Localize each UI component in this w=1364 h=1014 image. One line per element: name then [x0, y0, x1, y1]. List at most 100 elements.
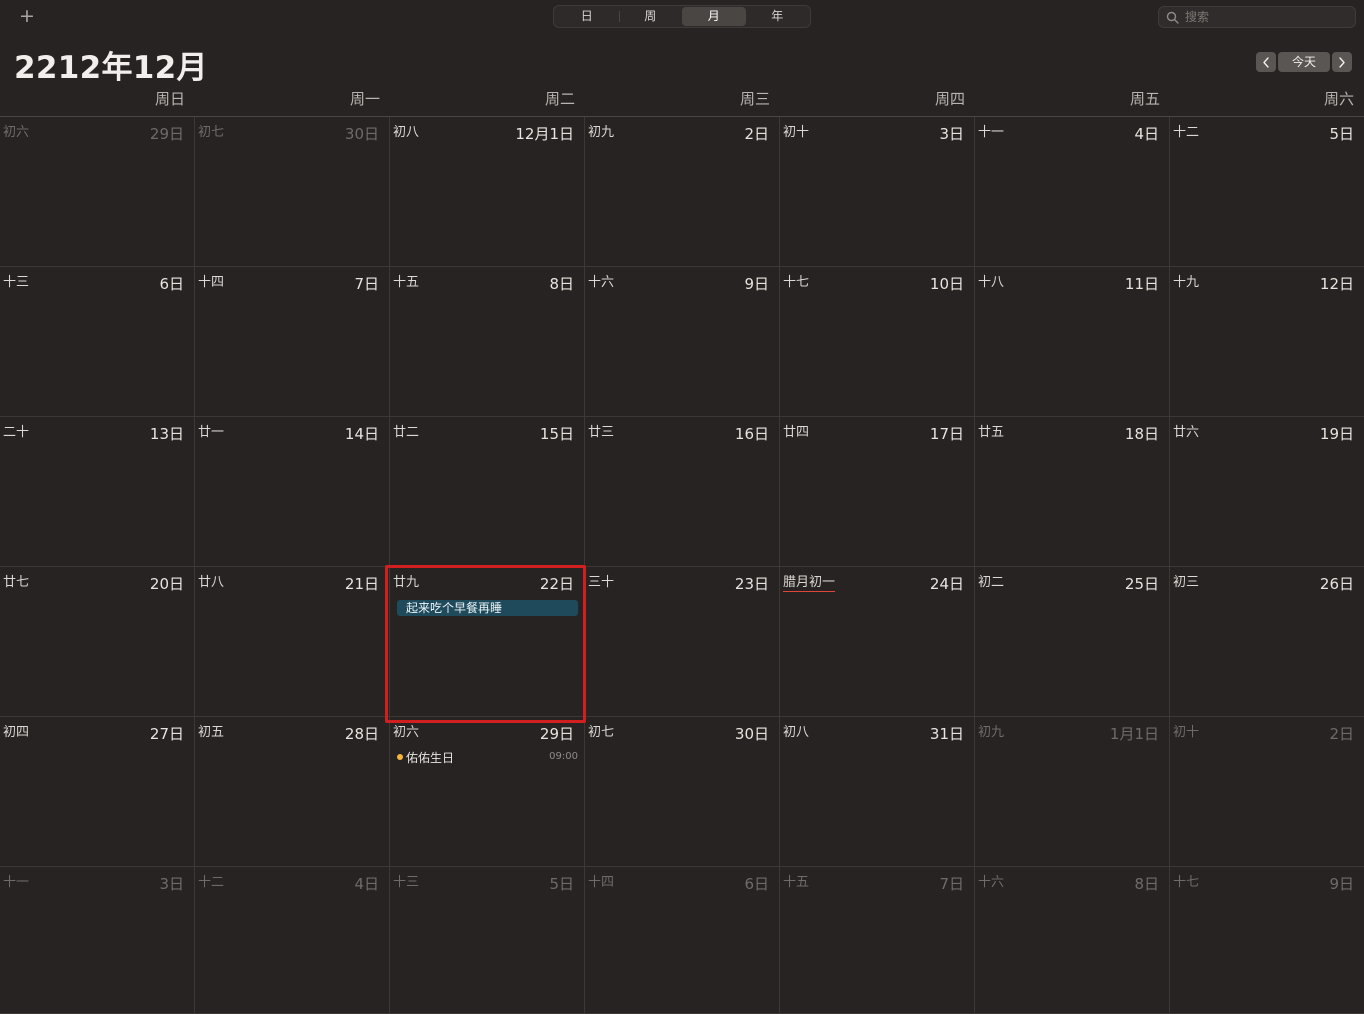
- next-month-button[interactable]: [1332, 52, 1352, 72]
- day-number: 1月1日: [1109, 725, 1159, 743]
- day-cell[interactable]: 十一 4日: [975, 117, 1170, 267]
- calendar-event[interactable]: 起来吃个早餐再睡: [397, 600, 578, 616]
- lunar-date: 廿八: [198, 575, 225, 590]
- weekday-label: 周五: [1129, 90, 1160, 108]
- day-cell[interactable]: 十二 4日: [195, 867, 390, 1014]
- search-input[interactable]: [1185, 9, 1349, 25]
- day-cell[interactable]: 十四 7日: [195, 267, 390, 417]
- day-cell[interactable]: 十八 11日: [975, 267, 1170, 417]
- day-cell[interactable]: 初八 31日: [780, 717, 975, 867]
- day-number: 2日: [1329, 725, 1354, 743]
- day-cell[interactable]: 十二 5日: [1170, 117, 1364, 267]
- lunar-date: 十三: [393, 875, 420, 890]
- day-cell[interactable]: 十四 6日: [585, 867, 780, 1014]
- day-number: 21日: [344, 575, 379, 593]
- lunar-date: 初二: [978, 575, 1005, 590]
- lunar-date: 二十: [3, 425, 30, 440]
- day-cell[interactable]: 十五 8日: [390, 267, 585, 417]
- weekday-label: 周一: [349, 90, 380, 108]
- day-cell[interactable]: 廿九 22日 起来吃个早餐再睡: [390, 567, 585, 717]
- view-week-tab[interactable]: 周: [618, 7, 683, 26]
- day-cell[interactable]: 初九 1月1日: [975, 717, 1170, 867]
- day-number: 7日: [939, 875, 964, 893]
- day-number: 9日: [744, 275, 769, 293]
- day-number: 8日: [549, 275, 574, 293]
- lunar-date: 初十: [1173, 725, 1200, 740]
- day-cell[interactable]: 初六 29日: [0, 117, 195, 267]
- day-cell[interactable]: 初十 3日: [780, 117, 975, 267]
- lunar-date: 初十: [783, 125, 810, 140]
- day-cell[interactable]: 初九 2日: [585, 117, 780, 267]
- day-number: 20日: [149, 575, 184, 593]
- weekday-header: 周日 周一 周二 周三 周四 周五 周六: [0, 88, 1364, 116]
- weekday-label: 周四: [934, 90, 965, 108]
- today-button[interactable]: 今天: [1278, 52, 1330, 72]
- add-event-button[interactable]: +: [16, 5, 38, 27]
- day-cell[interactable]: 十七 9日: [1170, 867, 1364, 1014]
- event-title: 佑佑生日: [406, 751, 455, 765]
- event-color-dot: [397, 754, 403, 760]
- lunar-date: 十六: [588, 275, 615, 290]
- lunar-date: 十二: [1173, 125, 1200, 140]
- day-cell[interactable]: 三十 23日: [585, 567, 780, 717]
- day-cell[interactable]: 廿三 16日: [585, 417, 780, 567]
- day-number: 7日: [354, 275, 379, 293]
- lunar-date: 十四: [198, 275, 225, 290]
- day-number: 6日: [159, 275, 184, 293]
- day-number: 13日: [149, 425, 184, 443]
- day-cell[interactable]: 十六 9日: [585, 267, 780, 417]
- calendar-event[interactable]: 佑佑生日 09:00: [390, 717, 584, 769]
- day-cell[interactable]: 初七 30日: [195, 117, 390, 267]
- day-number: 24日: [929, 575, 964, 593]
- day-number: 19日: [1319, 425, 1354, 443]
- day-cell[interactable]: 十五 7日: [780, 867, 975, 1014]
- day-cell[interactable]: 初三 26日: [1170, 567, 1364, 717]
- day-cell[interactable]: 腊月初一 24日: [780, 567, 975, 717]
- day-cell[interactable]: 十三 6日: [0, 267, 195, 417]
- lunar-date: 廿二: [393, 425, 420, 440]
- day-cell[interactable]: 廿八 21日: [195, 567, 390, 717]
- day-cell[interactable]: 廿二 15日: [390, 417, 585, 567]
- day-cell[interactable]: 初四 27日: [0, 717, 195, 867]
- day-cell[interactable]: 初十 2日: [1170, 717, 1364, 867]
- day-cell[interactable]: 廿一 14日: [195, 417, 390, 567]
- lunar-date: 三十: [588, 575, 615, 590]
- day-cell[interactable]: 十七 10日: [780, 267, 975, 417]
- lunar-date: 初六: [3, 125, 30, 140]
- lunar-date: 腊月初一: [783, 571, 836, 592]
- day-cell[interactable]: 初八 12月1日: [390, 117, 585, 267]
- day-cell[interactable]: 十三 5日: [390, 867, 585, 1014]
- lunar-date: 廿一: [198, 425, 225, 440]
- day-cell[interactable]: 初二 25日: [975, 567, 1170, 717]
- view-day-tab[interactable]: 日: [555, 7, 619, 26]
- day-number: 2日: [744, 125, 769, 143]
- day-cell[interactable]: 廿六 19日: [1170, 417, 1364, 567]
- day-cell[interactable]: 初五 28日: [195, 717, 390, 867]
- previous-month-button[interactable]: [1256, 52, 1276, 72]
- day-number: 23日: [734, 575, 769, 593]
- lunar-date: 廿九: [393, 575, 420, 590]
- day-cell[interactable]: 初七 30日: [585, 717, 780, 867]
- day-cell[interactable]: 廿五 18日: [975, 417, 1170, 567]
- day-number: 4日: [354, 875, 379, 893]
- lunar-date: 初三: [1173, 575, 1200, 590]
- lunar-date: 初八: [393, 125, 420, 140]
- day-cell[interactable]: 二十 13日: [0, 417, 195, 567]
- lunar-date: 十一: [978, 125, 1005, 140]
- lunar-date: 廿七: [3, 575, 30, 590]
- lunar-date: 十五: [393, 275, 420, 290]
- day-number: 6日: [744, 875, 769, 893]
- day-cell[interactable]: 初六 29日 佑佑生日 09:00: [390, 717, 585, 867]
- day-cell[interactable]: 十六 8日: [975, 867, 1170, 1014]
- day-cell[interactable]: 十九 12日: [1170, 267, 1364, 417]
- lunar-date: 初五: [198, 725, 225, 740]
- day-number: 31日: [929, 725, 964, 743]
- day-number: 3日: [939, 125, 964, 143]
- weekday-label: 周三: [739, 90, 770, 108]
- view-month-tab[interactable]: 月: [682, 7, 746, 26]
- lunar-date: 十五: [783, 875, 810, 890]
- day-cell[interactable]: 廿七 20日: [0, 567, 195, 717]
- day-cell[interactable]: 廿四 17日: [780, 417, 975, 567]
- day-cell[interactable]: 十一 3日: [0, 867, 195, 1014]
- view-year-tab[interactable]: 年: [746, 7, 810, 26]
